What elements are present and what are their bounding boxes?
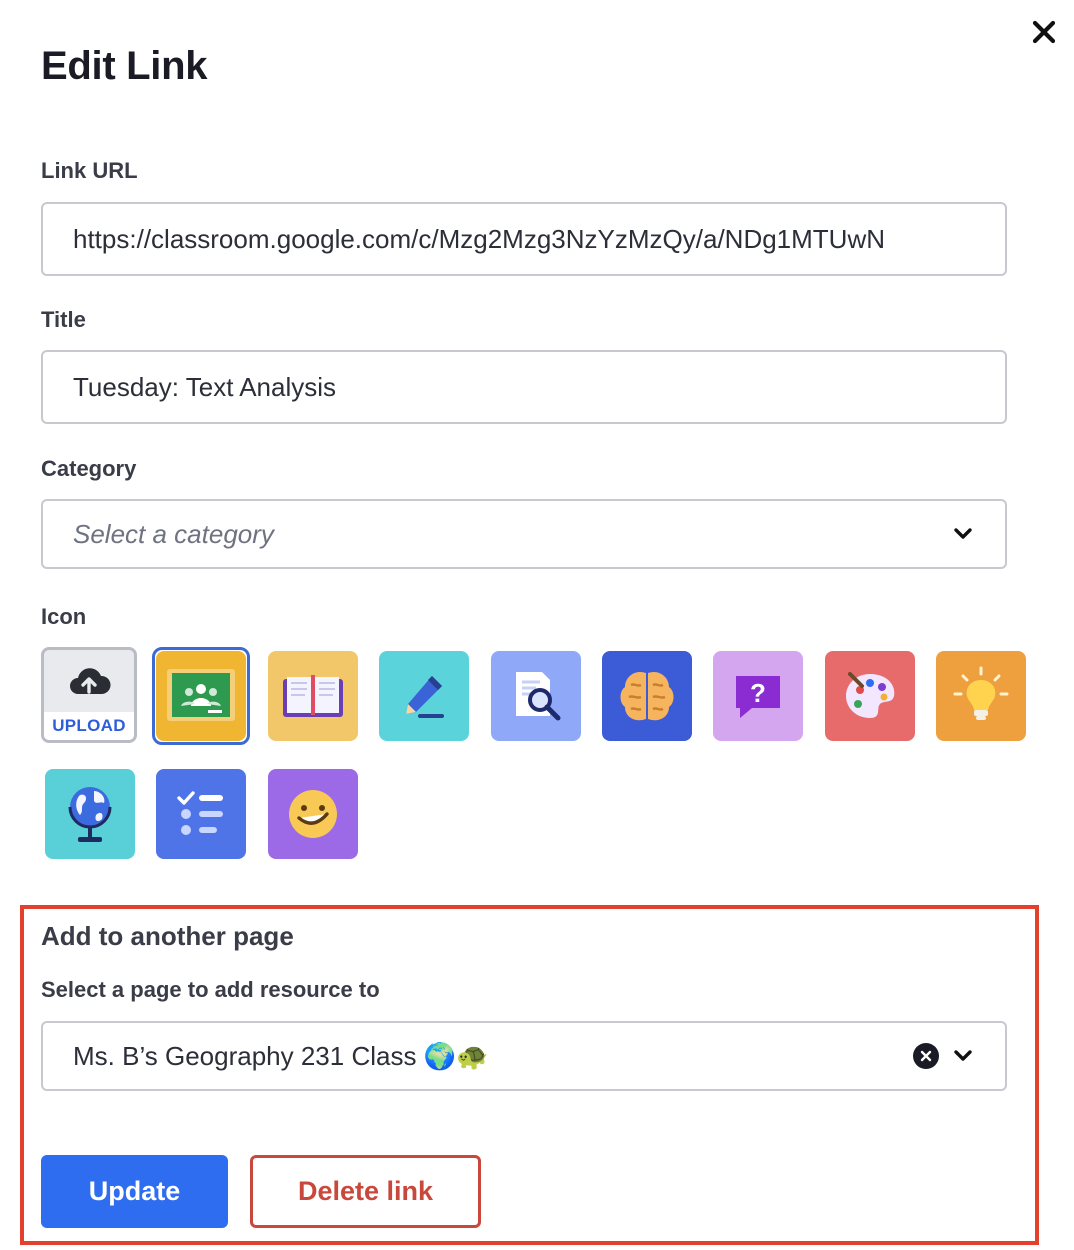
select-page-label: Select a page to add resource to [41,977,380,1002]
title-label: Title [41,307,86,332]
open-book-icon [283,675,343,717]
update-button[interactable]: Update [41,1155,228,1228]
globe-icon [68,787,112,842]
category-placeholder: Select a category [73,518,274,549]
icon-option-open-book[interactable] [268,651,358,741]
question-bubble-icon: ? [736,676,780,718]
icon-option-question-bubble[interactable]: ? [713,651,803,741]
title-input[interactable]: Tuesday: Text Analysis [41,350,1007,424]
clear-selection-icon[interactable] [913,1043,939,1069]
brain-icon [620,671,674,721]
icon-label: Icon [41,604,87,629]
icon-option-globe[interactable] [45,769,135,859]
link-url-value: https://classroom.google.com/c/Mzg2Mzg3N… [73,223,886,254]
page-select-value: Ms. B’s Geography 231 Class 🌍🐢 [73,1040,489,1071]
paint-palette-icon [846,672,895,718]
checklist-icon [177,791,223,835]
icon-option-brain[interactable] [602,651,692,741]
delete-link-button[interactable]: Delete link [250,1155,481,1228]
icon-option-checklist[interactable] [156,769,246,859]
link-url-label: Link URL [41,158,138,183]
chevron-down-icon[interactable] [951,1044,975,1068]
category-label: Category [41,456,137,481]
title-value: Tuesday: Text Analysis [73,371,337,402]
icon-option-smiley-face[interactable] [268,769,358,859]
chevron-down-icon [951,522,975,546]
category-select[interactable]: Select a category [41,499,1007,569]
upload-label: UPLOAD [44,712,134,740]
dialog-title: Edit Link [41,44,208,88]
svg-text:?: ? [750,678,766,708]
icon-option-lightbulb[interactable] [936,651,1026,741]
lightbulb-icon [953,666,1009,720]
magnifier-document-icon [516,672,561,721]
add-to-page-title: Add to another page [41,921,294,951]
upload-icon-button[interactable]: UPLOAD [41,647,137,743]
close-button[interactable] [1026,14,1062,50]
google-classroom-icon [167,669,235,721]
page-select[interactable]: Ms. B’s Geography 231 Class 🌍🐢 [41,1021,1007,1091]
icon-option-paint-palette[interactable] [825,651,915,741]
smiley-face-icon [289,790,337,838]
cloud-upload-icon [70,668,111,694]
link-url-input[interactable]: https://classroom.google.com/c/Mzg2Mzg3N… [41,202,1007,276]
icon-option-google-classroom[interactable] [156,651,246,741]
icon-option-magnifier-document[interactable] [491,651,581,741]
pencil-icon [406,676,444,718]
close-icon [1032,20,1056,44]
icon-option-pencil[interactable] [379,651,469,741]
